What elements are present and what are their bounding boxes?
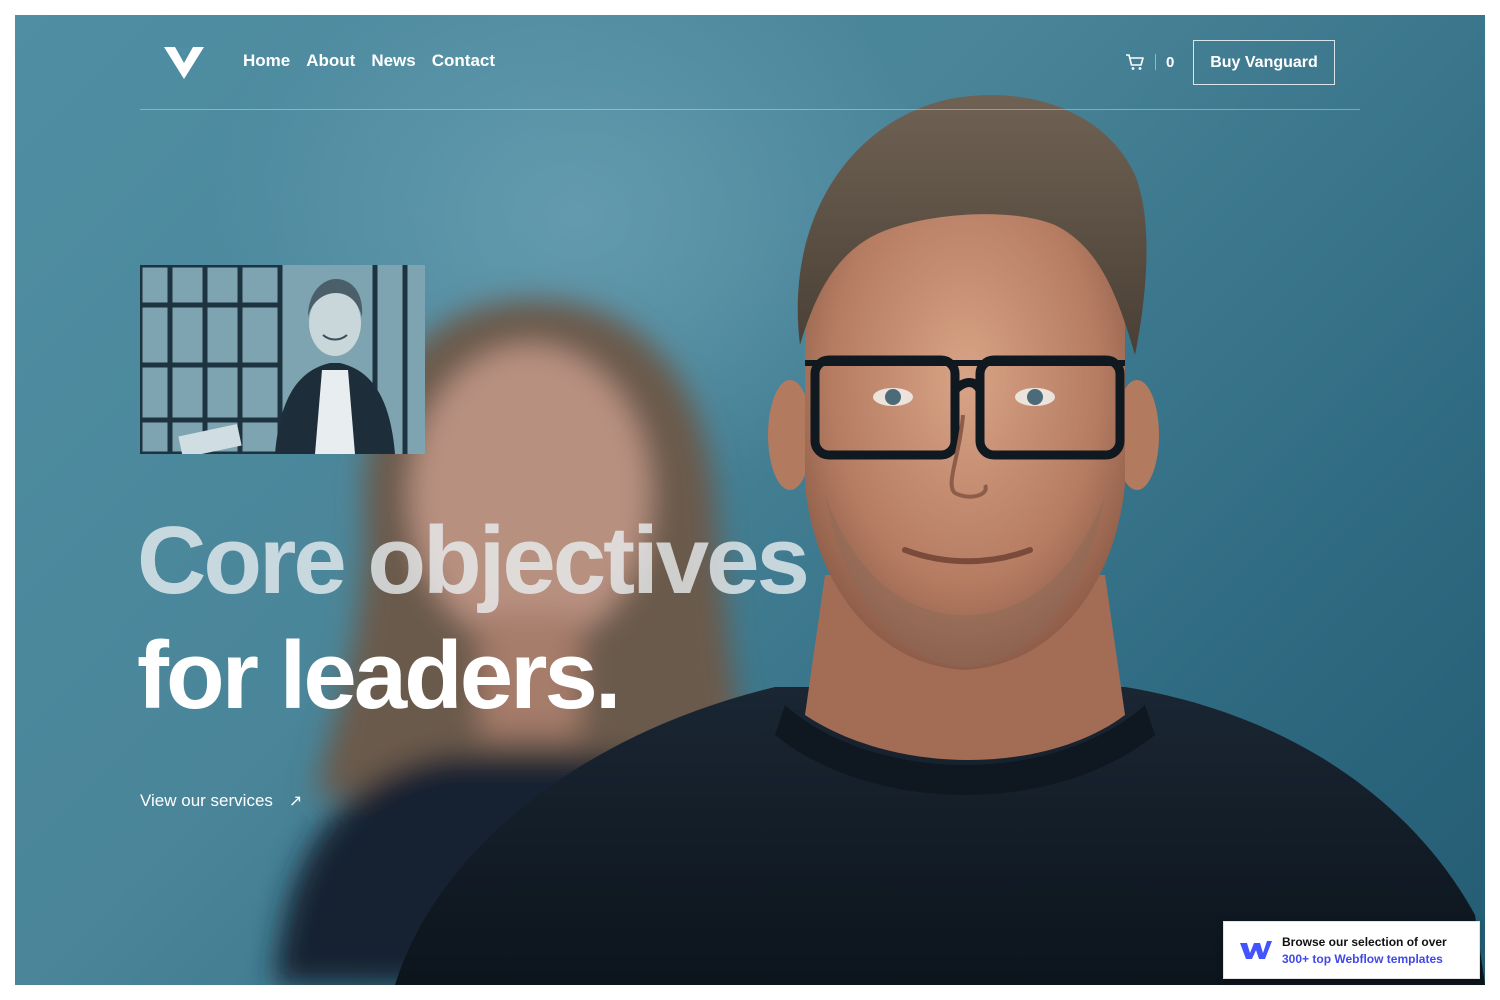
nav-links: Home About News Contact	[243, 51, 495, 71]
headline-line-1: Core objectives	[137, 507, 810, 614]
webflow-logo-icon	[1240, 941, 1272, 959]
badge-line-1: Browse our selection of over	[1282, 934, 1447, 949]
top-navigation: Home About News Contact 0 Buy Vanguard	[140, 37, 1360, 110]
arrow-up-right-icon: ↗	[288, 793, 303, 810]
hero-man-image	[395, 95, 1485, 985]
headline-line-2: for leaders.	[137, 622, 622, 729]
cart-divider	[1155, 54, 1156, 70]
badge-line-2[interactable]: 300+ top Webflow templates	[1282, 952, 1447, 966]
nav-link-news[interactable]: News	[371, 51, 415, 71]
buy-vanguard-button[interactable]: Buy Vanguard	[1193, 40, 1335, 85]
hero-section: Home About News Contact 0 Buy Vanguard C…	[15, 15, 1485, 985]
inset-photo-woman	[140, 265, 425, 454]
view-services-label: View our services	[140, 791, 273, 810]
vanguard-logo-icon[interactable]	[164, 45, 204, 81]
shopping-cart-icon	[1126, 54, 1144, 70]
hero-headline: Core objectives for leaders.	[137, 505, 810, 735]
view-services-link[interactable]: View our services ↗	[140, 791, 302, 811]
nav-link-contact[interactable]: Contact	[432, 51, 495, 71]
cart-count: 0	[1166, 53, 1175, 71]
nav-link-home[interactable]: Home	[243, 51, 290, 71]
nav-divider	[140, 109, 1360, 110]
cart-button[interactable]: 0	[1125, 53, 1174, 71]
webflow-templates-badge[interactable]: Browse our selection of over 300+ top We…	[1223, 921, 1480, 979]
nav-link-about[interactable]: About	[306, 51, 355, 71]
badge-text: Browse our selection of over 300+ top We…	[1282, 935, 1447, 966]
